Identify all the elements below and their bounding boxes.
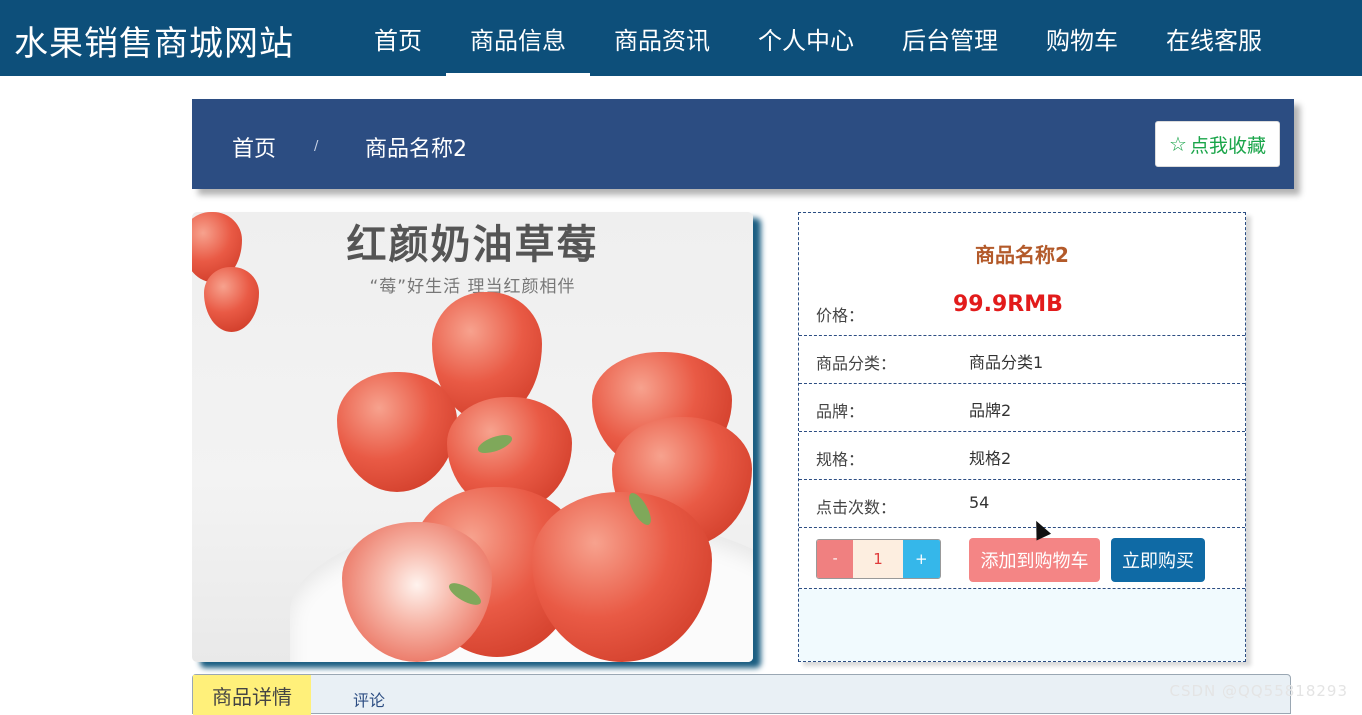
spec-value: 规格2 (969, 449, 1012, 468)
category-label: 商品分类： (816, 354, 897, 373)
nav-item-cart[interactable]: 购物车 (1022, 0, 1142, 76)
nav-item-news[interactable]: 商品资讯 (590, 0, 734, 76)
brand-row: 品牌： 品牌2 (799, 384, 1245, 432)
main-nav: 首页 商品信息 商品资讯 个人中心 后台管理 购物车 在线客服 (350, 0, 1286, 76)
tab-comments[interactable]: 评论 (353, 687, 385, 711)
price-value: 99.9RMB (953, 292, 1063, 317)
product-name: 商品名称2 (975, 243, 1069, 267)
nav-item-admin[interactable]: 后台管理 (878, 0, 1022, 76)
quantity-input[interactable]: 1 (853, 540, 903, 578)
spec-row: 规格： 规格2 (799, 432, 1245, 480)
price-label: 价格： (816, 306, 865, 325)
star-outline-icon: ☆ (1169, 132, 1187, 156)
clicks-value: 54 (969, 493, 990, 512)
breadcrumb-home-link[interactable]: 首页 (232, 131, 276, 163)
breadcrumb-separator: / (314, 139, 319, 154)
price-row: 价格： 99.9RMB (799, 288, 1245, 336)
buy-now-button[interactable]: 立即购买 (1111, 538, 1205, 582)
product-image: 红颜奶油草莓 “莓”好生活 理当红颜相伴 (192, 212, 753, 662)
nav-item-home[interactable]: 首页 (350, 0, 446, 76)
clicks-row: 点击次数： 54 (799, 480, 1245, 528)
category-value: 商品分类1 (969, 353, 1044, 372)
top-navbar: 水果销售商城网站 首页 商品信息 商品资讯 个人中心 后台管理 购物车 在线客服 (0, 0, 1362, 76)
product-image-title: 红颜奶油草莓 (346, 222, 599, 268)
brand-label: 品牌： (816, 402, 865, 421)
product-info-panel: 商品名称2 价格： 99.9RMB 商品分类： 商品分类1 品牌： 品牌2 规格… (798, 212, 1246, 662)
quantity-stepper: - 1 + (816, 539, 941, 579)
brand-value: 品牌2 (969, 401, 1012, 420)
breadcrumb-current: 商品名称2 (365, 137, 467, 162)
watermark: CSDN @QQ55818293 (1169, 682, 1348, 700)
product-tabs: 商品详情 评论 (192, 674, 1291, 715)
add-to-cart-button[interactable]: 添加到购物车 (969, 538, 1100, 582)
favorite-button-label: 点我收藏 (1189, 134, 1266, 157)
breadcrumb: 首页 / 商品名称2 ☆ 点我收藏 (192, 99, 1294, 189)
quantity-decrement-button[interactable]: - (817, 540, 854, 578)
favorite-button[interactable]: ☆ 点我收藏 (1155, 121, 1280, 167)
category-row: 商品分类： 商品分类1 (799, 336, 1245, 384)
nav-item-support[interactable]: 在线客服 (1142, 0, 1286, 76)
nav-item-products[interactable]: 商品信息 (446, 0, 590, 76)
nav-item-profile[interactable]: 个人中心 (734, 0, 878, 76)
product-info-body: 商品名称2 价格： 99.9RMB 商品分类： 商品分类1 品牌： 品牌2 规格… (799, 213, 1245, 589)
spec-label: 规格： (816, 450, 865, 469)
purchase-actions: - 1 + 添加到购物车 立即购买 (799, 529, 1245, 589)
site-title: 水果销售商城网站 (14, 24, 294, 64)
tab-product-detail[interactable]: 商品详情 (193, 675, 311, 715)
clicks-label: 点击次数： (816, 498, 897, 517)
strawberry-shape (337, 372, 457, 492)
strawberry-shape (204, 267, 259, 332)
quantity-increment-button[interactable]: + (902, 540, 940, 578)
